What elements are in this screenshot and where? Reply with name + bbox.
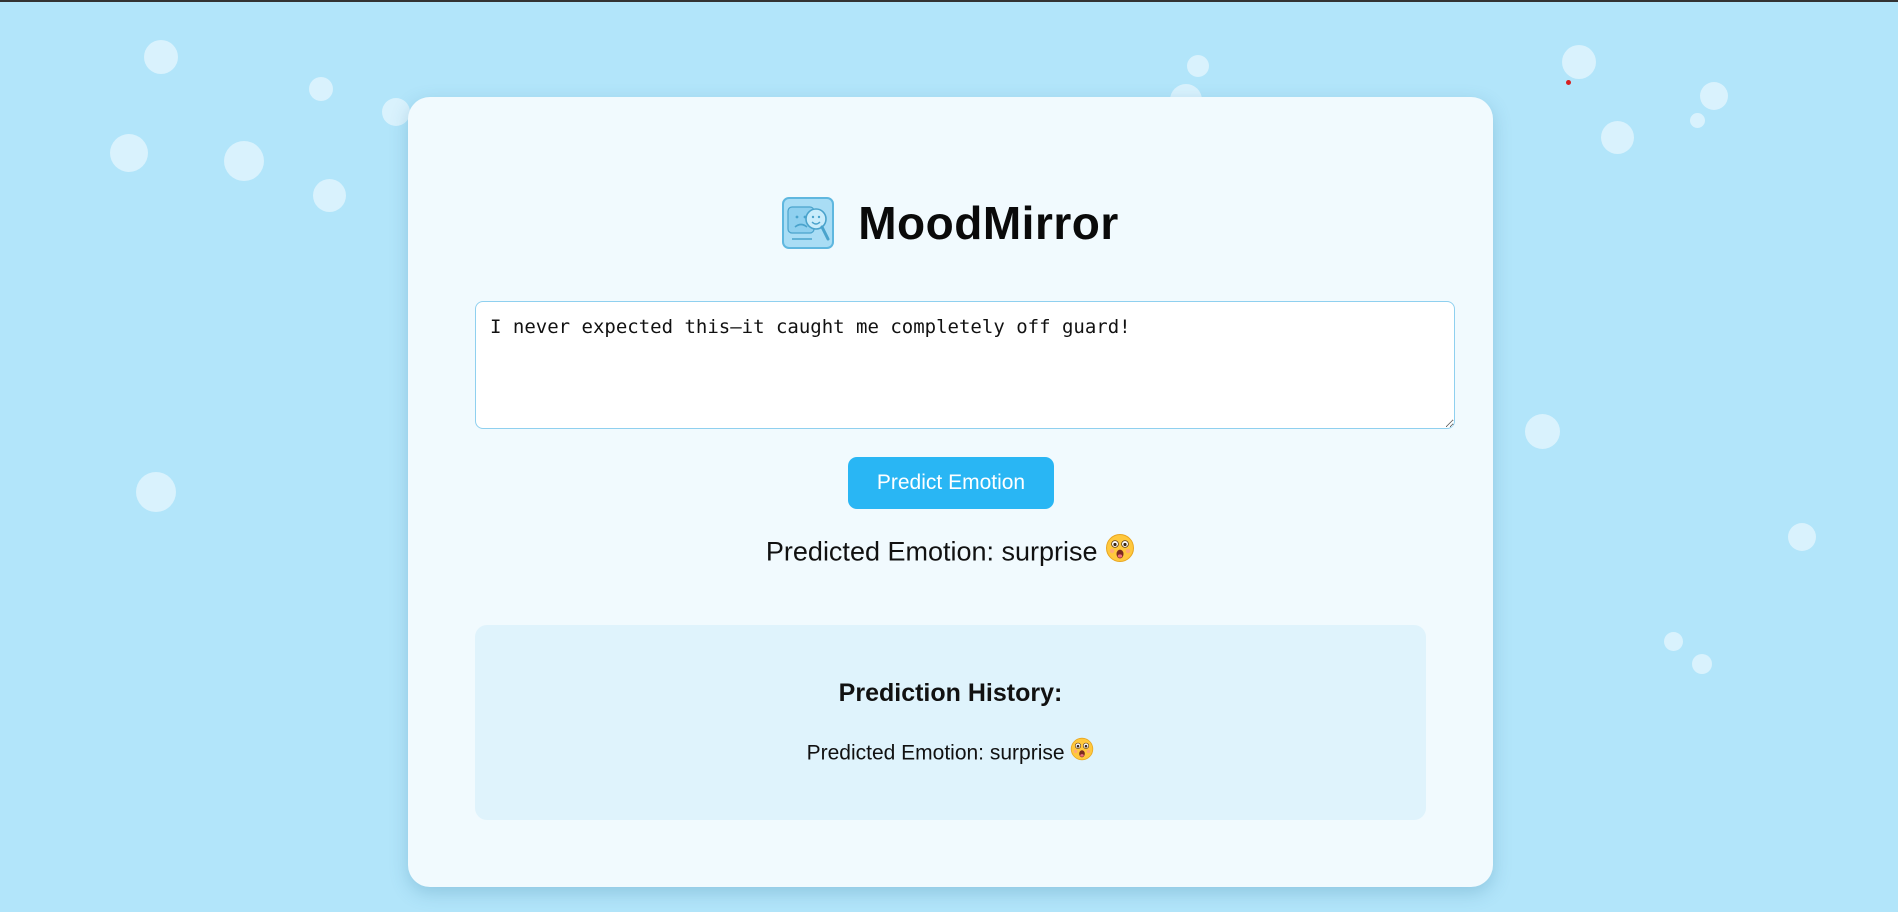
background-bubble (1525, 414, 1560, 449)
prediction-history-title: Prediction History: (838, 679, 1063, 707)
prediction-result-label: Predicted Emotion: surprise (765, 536, 1098, 567)
prediction-result: Predicted Emotion: surprise (408, 533, 1493, 572)
prediction-history-panel: Prediction History: Predicted Emotion: s… (475, 625, 1426, 820)
background-bubble (1664, 632, 1683, 651)
text-input-wrapper: I never expected this—it caught me compl… (475, 301, 1455, 429)
app-title: MoodMirror (858, 197, 1119, 249)
background-bubble (136, 472, 176, 512)
background-bubble (1562, 45, 1596, 79)
astonished-face-icon (1105, 533, 1135, 570)
history-item-label: Predicted Emotion: surprise (806, 741, 1065, 765)
background-bubble (1601, 121, 1634, 154)
background-bubble (224, 141, 264, 181)
history-list-item: Predicted Emotion: surprise (475, 737, 1426, 769)
background-bubble (309, 77, 333, 101)
predict-emotion-button[interactable]: Predict Emotion (848, 457, 1054, 509)
background-bubble (1700, 82, 1728, 110)
astonished-face-icon (1070, 737, 1094, 767)
background-bubble (313, 179, 346, 212)
app-header: MoodMirror (408, 195, 1493, 251)
main-card: MoodMirror I never expected this—it caug… (408, 97, 1493, 887)
background-bubble (1690, 113, 1705, 128)
text-input[interactable]: I never expected this—it caught me compl… (475, 301, 1455, 429)
mood-mirror-logo-icon (787, 206, 830, 241)
background-bubble (1788, 523, 1816, 551)
red-dot (1566, 80, 1571, 85)
background-bubble (382, 98, 410, 126)
background-bubble (110, 134, 148, 172)
background-bubble (144, 40, 178, 74)
background-bubble (1692, 654, 1712, 674)
background-bubble (1187, 55, 1209, 77)
mood-mirror-logo-icon (782, 197, 835, 249)
